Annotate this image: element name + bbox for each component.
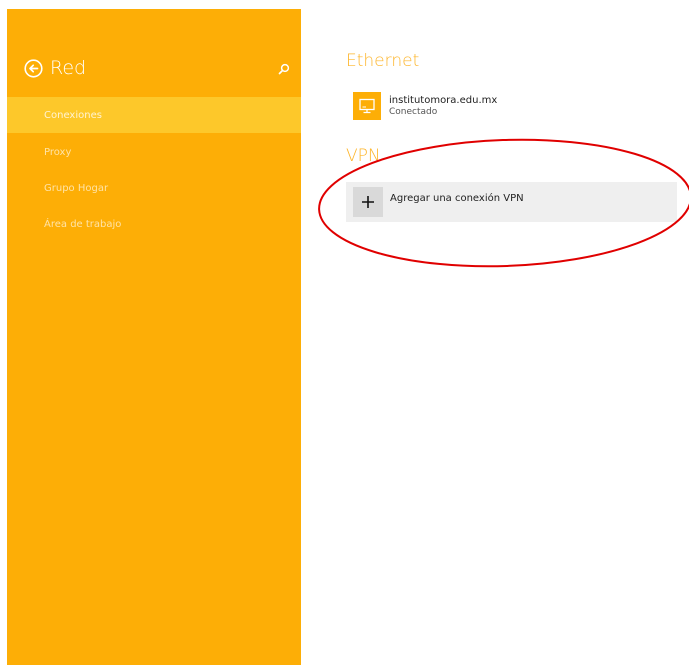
connection-name: institutomora.edu.mx [389,94,498,106]
vpn-section-title: VPN [346,146,381,166]
sidebar-item-proxy[interactable]: Proxy [7,134,301,170]
add-vpn-label: Agregar una conexión VPN [390,192,524,204]
back-arrow-circle-icon[interactable] [24,58,43,78]
sidebar-item-conexiones[interactable]: Conexiones [7,97,301,133]
ethernet-section-title: Ethernet [346,51,420,71]
sidebar-item-label: Área de trabajo [44,218,122,230]
add-vpn-connection-button[interactable]: Agregar una conexión VPN [346,182,677,222]
sidebar-item-grupo-hogar[interactable]: Grupo Hogar [7,170,301,206]
search-icon[interactable] [277,62,291,76]
sidebar-header[interactable]: Red [24,53,86,83]
ethernet-connection-item[interactable]: institutomora.edu.mx Conectado [353,91,553,121]
sidebar-item-area-de-trabajo[interactable]: Área de trabajo [7,206,301,242]
sidebar-item-label: Proxy [44,146,72,158]
main-panel: Ethernet institutomora.edu.mx Conectado … [301,0,689,665]
sidebar-item-label: Conexiones [44,109,102,121]
sidebar: Red Conexiones Proxy Grupo Hogar Área de… [7,9,301,665]
page-title: Red [50,56,87,79]
connection-status: Conectado [389,106,438,117]
network-monitor-icon [353,92,381,120]
plus-icon [353,187,383,217]
sidebar-item-label: Grupo Hogar [44,182,109,194]
